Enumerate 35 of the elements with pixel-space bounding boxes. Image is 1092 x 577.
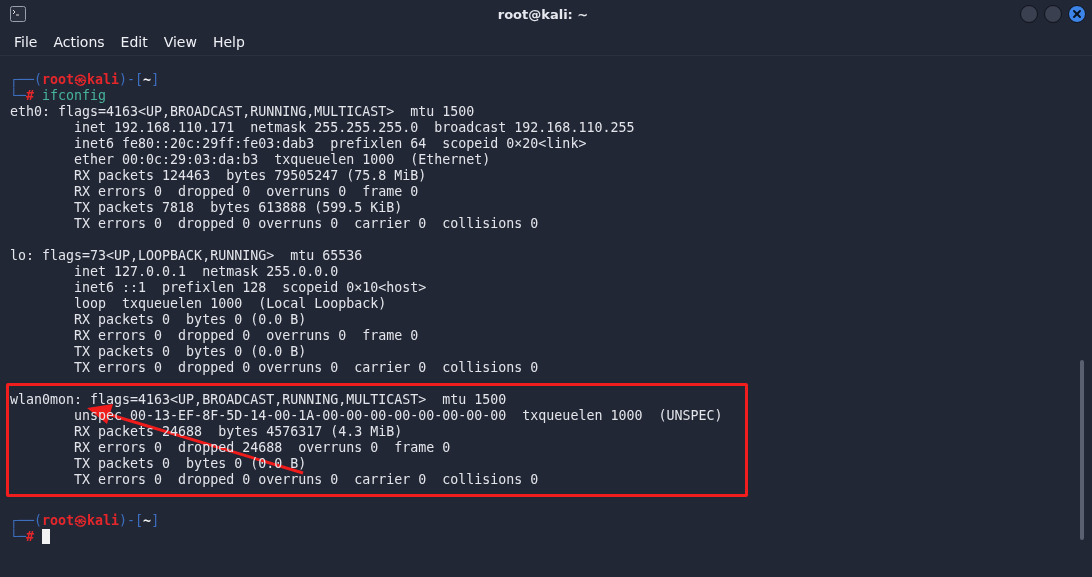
- output-line: RX errors 0 dropped 0 overruns 0 frame 0: [73, 184, 420, 200]
- window-title: root@kali: ~: [496, 6, 590, 22]
- output-line: TX errors 0 dropped 0 overruns 0 carrier 0 collisions 0: [73, 216, 540, 232]
- output-line: wlan0mon: flags=4163<UP,BROADCAST,RUNNING,MULTICAST> mtu 1500: [10, 392, 508, 408]
- prompt-line: ┌──(root㉿kali)-[~]: [10, 72, 161, 88]
- menu-item[interactable]: View: [155, 33, 205, 50]
- output-line: loop txqueuelen 1000 (Local Loopback): [73, 296, 388, 312]
- output-line: lo: flags=73<UP,LOOPBACK,RUNNING> mtu 65536: [10, 248, 364, 264]
- close-icon: [1071, 8, 1083, 20]
- menu-item[interactable]: File: [6, 33, 46, 50]
- output-line: inet6 ::1 prefixlen 128 scopeid 0×10<host>: [73, 280, 428, 296]
- output-line: RX packets 24688 bytes 4576317 (4.3 MiB): [73, 424, 404, 440]
- menu-item[interactable]: Actions: [45, 33, 113, 50]
- output-line: TX packets 0 bytes 0 (0.0 B): [73, 344, 308, 360]
- output-line: TX errors 0 dropped 0 overruns 0 carrier 0 collisions 0: [73, 360, 540, 376]
- output-line: inet6 fe80::20c:29ff:fe03:dab3 prefixlen 64 scopeid 0×20<link>: [73, 136, 588, 152]
- output-line: inet 127.0.0.1 netmask 255.0.0.0: [73, 264, 340, 280]
- output-line: RX packets 124463 bytes 79505247 (75.8 MiB): [73, 168, 428, 184]
- scrollbar-thumb[interactable]: [1080, 360, 1084, 540]
- output-line: eth0: flags=4163<UP,BROADCAST,RUNNING,MULTICAST> mtu 1500: [10, 104, 476, 120]
- command-line: └─#: [10, 529, 1082, 545]
- output-line: TX packets 7818 bytes 613888 (599.5 KiB): [73, 200, 404, 216]
- minimize-button[interactable]: [1020, 5, 1038, 23]
- output-line: inet 192.168.110.171 netmask 255.255.255.0 broadcast 192.168.110.255: [73, 120, 636, 136]
- output-line: RX errors 0 dropped 0 overruns 0 frame 0: [73, 328, 420, 344]
- maximize-button[interactable]: [1044, 5, 1062, 23]
- close-button[interactable]: [1068, 5, 1086, 23]
- menu-item[interactable]: Edit: [112, 33, 156, 50]
- output-line: RX packets 0 bytes 0 (0.0 B): [73, 312, 308, 328]
- output-line: ether 00:0c:29:03:da:b3 txqueuelen 1000 (Ethernet): [73, 152, 492, 168]
- output-line: TX errors 0 dropped 0 overruns 0 carrier 0 collisions 0: [73, 472, 540, 488]
- terminal-icon: [10, 6, 26, 22]
- menu-item[interactable]: Help: [204, 33, 253, 50]
- prompt-line: ┌──(root㉿kali)-[~]: [10, 513, 161, 529]
- command-line: └─# ifconfig: [10, 88, 108, 104]
